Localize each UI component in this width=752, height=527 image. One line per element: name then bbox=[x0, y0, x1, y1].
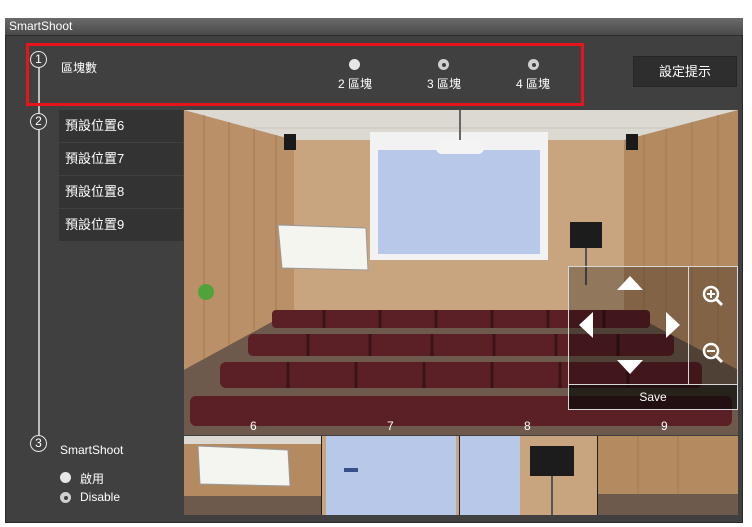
preset-strip-label-9: 9 bbox=[661, 419, 668, 433]
preset-strip-label-7: 7 bbox=[387, 419, 394, 433]
zoom-out-icon[interactable] bbox=[702, 342, 724, 364]
radio-smartshoot-enable-label: 啟用 bbox=[80, 472, 105, 486]
radio-smartshoot-disable[interactable] bbox=[60, 492, 71, 503]
pan-right-icon[interactable] bbox=[666, 312, 680, 338]
preset-button-9[interactable]: 預設位置9 bbox=[59, 209, 183, 241]
preset-button-8[interactable]: 預設位置8 bbox=[59, 176, 183, 208]
zoom-in-icon[interactable] bbox=[702, 285, 724, 307]
setting-hint-button[interactable]: 設定提示 bbox=[633, 56, 737, 87]
zoom-separator bbox=[688, 267, 689, 384]
window-titlebar: SmartShoot bbox=[5, 18, 743, 36]
radio-smartshoot-enable[interactable] bbox=[60, 472, 71, 483]
preset-thumbnail-8[interactable] bbox=[460, 436, 598, 515]
window-title: SmartShoot bbox=[9, 19, 73, 33]
preset-thumbnail-7[interactable] bbox=[322, 436, 460, 515]
step-3-marker: 3 bbox=[30, 435, 47, 452]
block-count-highlight bbox=[26, 43, 584, 106]
preset-strip-label-8: 8 bbox=[524, 419, 531, 433]
preset-thumbnail-6[interactable] bbox=[184, 436, 322, 515]
step-2-marker: 2 bbox=[30, 113, 47, 130]
save-button[interactable]: Save bbox=[569, 384, 737, 409]
pan-up-icon[interactable] bbox=[617, 276, 643, 290]
preset-button-6[interactable]: 預設位置6 bbox=[59, 110, 183, 142]
pan-down-icon[interactable] bbox=[617, 360, 643, 374]
preset-thumbnail-9[interactable] bbox=[598, 436, 738, 515]
preset-button-7[interactable]: 預設位置7 bbox=[59, 143, 183, 175]
smartshoot-label: SmartShoot bbox=[60, 443, 124, 457]
radio-smartshoot-disable-label: Disable bbox=[80, 490, 121, 504]
pan-left-icon[interactable] bbox=[579, 312, 593, 338]
preset-strip-label-6: 6 bbox=[250, 419, 257, 433]
